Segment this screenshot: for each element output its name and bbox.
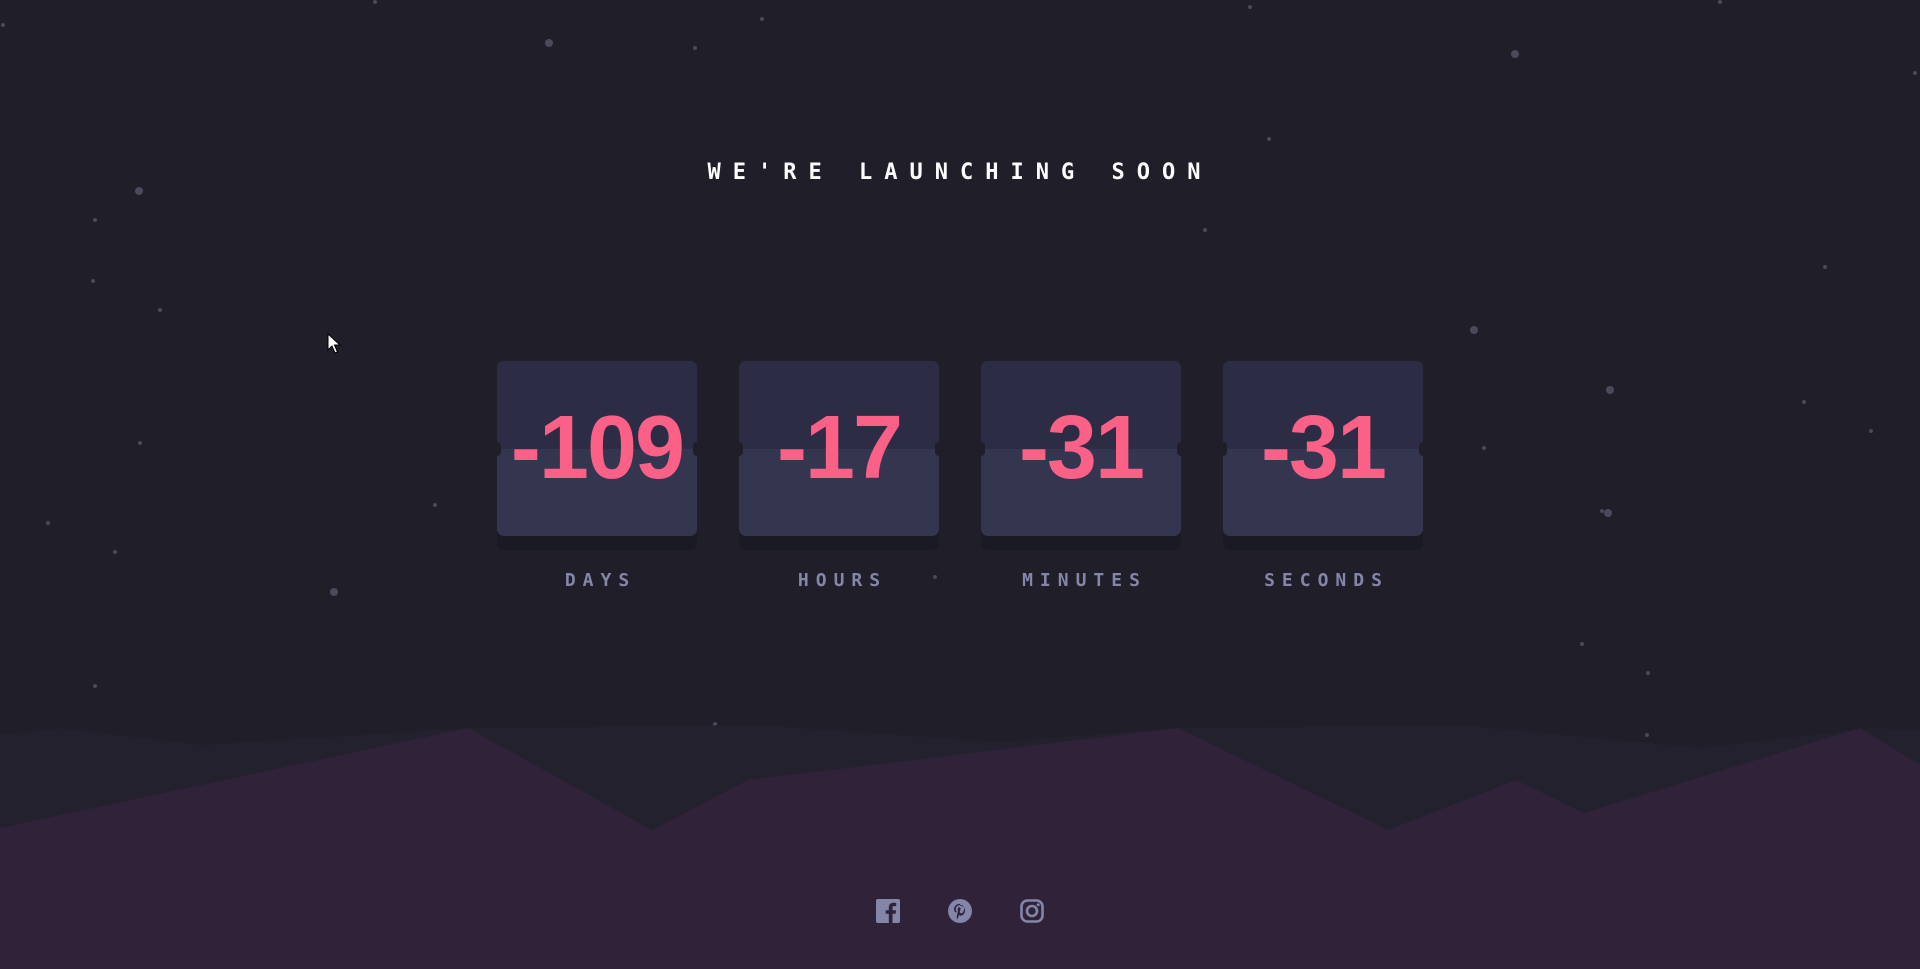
card-notch [981, 442, 985, 456]
flip-card: -17 [739, 361, 939, 536]
minutes-value: -31 [1018, 398, 1145, 498]
flip-card: -31 [1223, 361, 1423, 536]
pinterest-icon [948, 899, 972, 923]
instagram-icon [1020, 899, 1044, 923]
countdown-timer: -109 DAYS -17 HOURS -31 MINUTES -31 SECO… [0, 361, 1920, 591]
facebook-icon [876, 899, 900, 923]
countdown-minutes: -31 MINUTES [981, 361, 1181, 591]
social-links [0, 898, 1920, 924]
countdown-hours: -17 HOURS [739, 361, 939, 591]
card-notch [693, 442, 697, 456]
card-notch [1419, 442, 1423, 456]
card-notch [739, 442, 743, 456]
countdown-seconds: -31 SECONDS [1223, 361, 1423, 591]
instagram-link[interactable] [1019, 898, 1045, 924]
seconds-label: SECONDS [1264, 570, 1389, 591]
card-notch [497, 442, 501, 456]
hours-value: -17 [776, 398, 903, 498]
card-notch [935, 442, 939, 456]
card-notch [1177, 442, 1181, 456]
mouse-cursor-icon [327, 333, 341, 354]
hours-label: HOURS [797, 570, 888, 591]
hills-background [0, 725, 1920, 969]
seconds-value: -31 [1260, 398, 1387, 498]
minutes-label: MINUTES [1022, 570, 1147, 591]
flip-card: -109 [497, 361, 697, 536]
card-notch [1223, 442, 1227, 456]
countdown-days: -109 DAYS [497, 361, 697, 591]
facebook-link[interactable] [875, 898, 901, 924]
flip-card: -31 [981, 361, 1181, 536]
days-label: DAYS [564, 570, 637, 591]
page-title: WE'RE LAUNCHING SOON [707, 160, 1213, 185]
days-value: -109 [510, 398, 685, 498]
pinterest-link[interactable] [947, 898, 973, 924]
